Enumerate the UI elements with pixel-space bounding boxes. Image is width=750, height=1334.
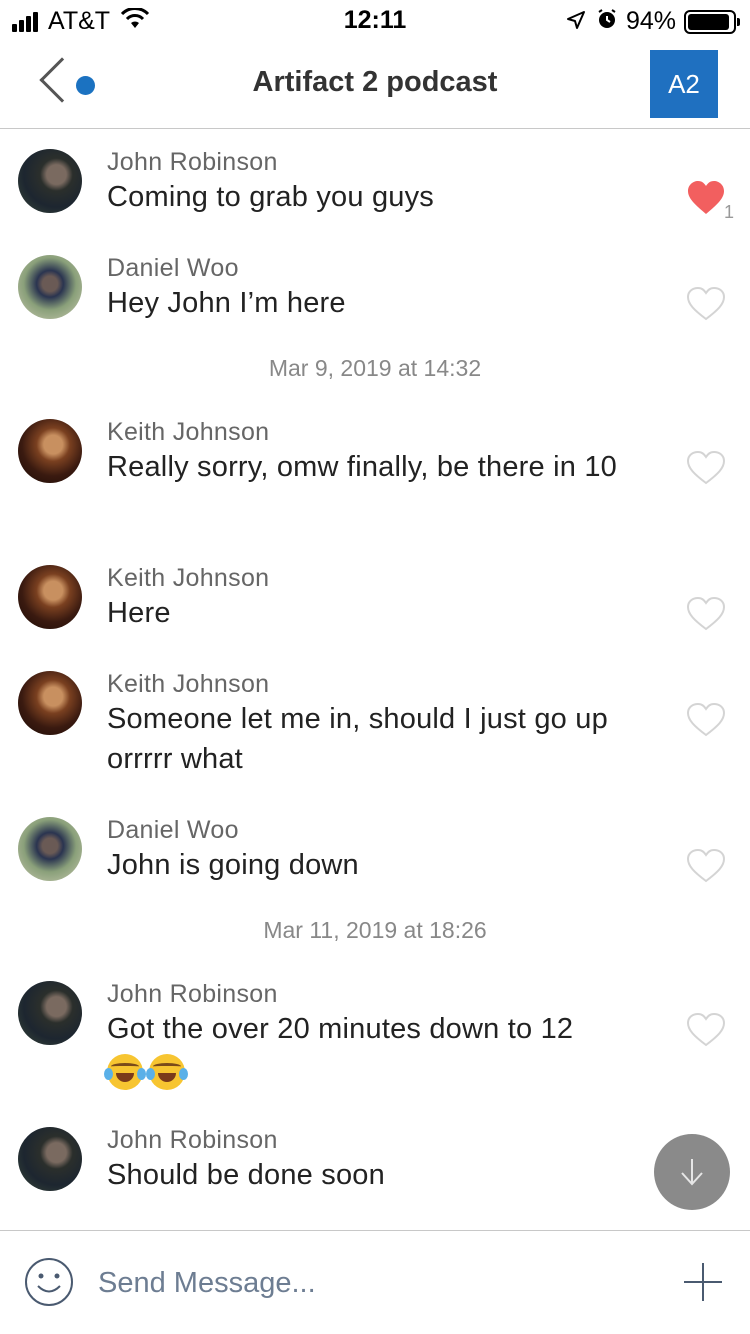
sender-name: John Robinson <box>107 148 278 176</box>
avatar[interactable] <box>18 565 82 629</box>
message-list[interactable]: John Robinson Coming to grab you guys 1 … <box>0 130 750 1230</box>
sender-name: Daniel Woo <box>107 816 239 844</box>
battery-fill <box>688 13 730 30</box>
arrow-down-icon <box>681 1159 703 1186</box>
avatar[interactable] <box>18 981 82 1045</box>
like-count: 1 <box>724 202 735 222</box>
message-text: Got the over 20 minutes down to 12 <box>107 1013 574 1045</box>
date-divider: Mar 9, 2019 at 14:32 <box>268 355 482 381</box>
heart-outline-icon[interactable] <box>686 286 726 322</box>
message-text: Hey John I’m here <box>107 287 346 319</box>
message-text: Someone let me in, should I just go up o… <box>107 703 608 775</box>
heart-outline-icon[interactable] <box>686 450 726 486</box>
sender-name: Daniel Woo <box>107 254 239 282</box>
heart-outline-icon[interactable] <box>686 702 726 738</box>
avatar[interactable] <box>18 817 82 881</box>
message-text: Should be done soon <box>107 1159 385 1191</box>
group-avatar[interactable]: A2 <box>650 50 718 118</box>
date-divider: Mar 11, 2019 at 18:26 <box>263 917 487 943</box>
heart-outline-icon[interactable] <box>686 596 726 632</box>
tears-of-joy-icon <box>146 1054 188 1090</box>
heart-outline-icon[interactable] <box>686 1012 726 1048</box>
page-title: Artifact 2 podcast <box>252 66 498 98</box>
battery-percent: 94% <box>625 7 676 35</box>
avatar[interactable] <box>18 255 82 319</box>
sender-name: John Robinson <box>107 980 278 1008</box>
avatar[interactable] <box>18 671 82 735</box>
scroll-to-bottom-button[interactable] <box>654 1134 730 1210</box>
sender-name: Keith Johnson <box>107 564 270 592</box>
emoji-row <box>104 1054 191 1090</box>
status-bar: AT&T 12:11 94% <box>0 0 750 40</box>
alarm-icon <box>596 6 618 37</box>
emoji-button[interactable] <box>24 1257 74 1307</box>
composer-bar <box>0 1230 750 1334</box>
sender-name: Keith Johnson <box>107 670 270 698</box>
sender-name: Keith Johnson <box>107 418 270 446</box>
nav-header: Artifact 2 podcast A2 <box>0 40 750 129</box>
heart-filled-icon[interactable] <box>686 180 726 216</box>
avatar[interactable] <box>18 1127 82 1191</box>
message-text: John is going down <box>107 849 359 881</box>
message-input[interactable] <box>98 1259 638 1307</box>
avatar[interactable] <box>18 149 82 213</box>
battery-icon <box>684 9 740 34</box>
message-text: Coming to grab you guys <box>107 181 434 213</box>
message-text: Really sorry, omw finally, be there in 1… <box>107 451 617 483</box>
tears-of-joy-icon <box>104 1054 146 1090</box>
avatar[interactable] <box>18 419 82 483</box>
add-attachment-button[interactable] <box>684 1263 722 1301</box>
smiley-icon <box>25 1258 73 1306</box>
heart-outline-icon[interactable] <box>686 848 726 884</box>
location-icon <box>566 6 586 37</box>
status-right: 94% <box>566 6 740 37</box>
sender-name: John Robinson <box>107 1126 278 1154</box>
message-text: Here <box>107 597 171 629</box>
